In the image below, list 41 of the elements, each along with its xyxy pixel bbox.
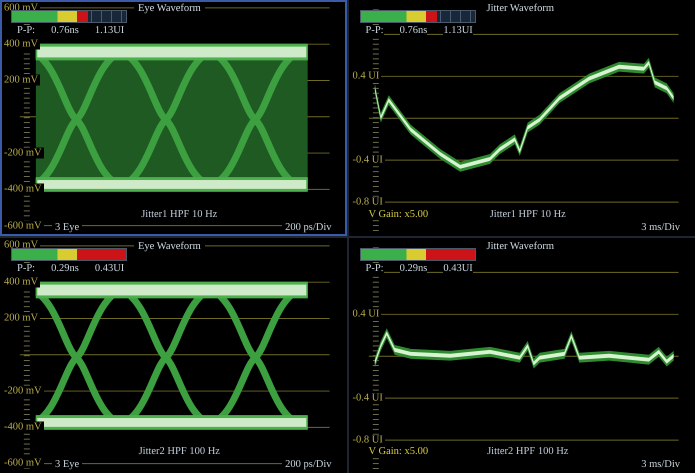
axis-label: -0.8 UI	[352, 196, 385, 208]
readout-text: P-P:	[366, 262, 384, 274]
readout-text: 0.76ns	[400, 25, 428, 36]
scope-panel[interactable]: 0.4 UI -0.4 UI -0.8 UI Jitter Waveform P-P: 0.76ns 1.13UI V Gain: x5.00 Jitter1 HPF 10 Hz 3 ms/Div	[348, 0, 695, 236]
readout-text: 1.13UI	[443, 25, 473, 36]
filter-caption: Jitter2 HPF 100 Hz	[136, 446, 223, 457]
eye-count: 3 Eye	[52, 459, 82, 470]
readout-text: P-P:	[17, 25, 36, 36]
axis-label: -0.4 UI	[352, 392, 385, 404]
axis-label: -600 mV	[4, 220, 44, 232]
axis-label: 200 mV	[4, 74, 40, 86]
readout-text: 0.43UI	[443, 262, 473, 274]
axis-label: 0.4 UI	[352, 70, 382, 82]
readout-text: 0.29ns	[51, 262, 79, 274]
axis-label: -200 mV	[4, 385, 44, 396]
panel-title: Eye Waveform	[134, 3, 205, 14]
axis-label: -400 mV	[4, 184, 44, 195]
scope-panel[interactable]: 0.4 UI -0.4 UI -0.8 UI Jitter Waveform P-P: 0.29ns 0.43UI V Gain: x5.00 Jitter2 HPF 100 Hz 3 ms/Div	[348, 238, 695, 473]
axis-label: 200 mV	[4, 312, 40, 324]
readout-text: P-P:	[17, 262, 36, 274]
readout-text: 0.76ns	[51, 25, 79, 36]
gain-label: V Gain: x5.00	[368, 208, 428, 220]
axis-label: -200 mV	[4, 148, 44, 159]
axis-label: -600 mV	[4, 458, 44, 469]
panel-title: Eye Waveform	[134, 240, 205, 252]
axis-label: 400 mV	[4, 276, 40, 288]
axis-label: -0.4 UI	[352, 154, 385, 166]
readout-text: 0.43UI	[94, 262, 124, 274]
eye-count: 3 Eye	[52, 222, 82, 232]
readout-text: P-P:	[366, 25, 384, 36]
axis-label: -0.8 UI	[352, 434, 385, 446]
time-scale: 200 ps/Div	[282, 459, 334, 470]
gain-label: V Gain: x5.00	[368, 446, 428, 457]
readout-text: 0.29ns	[400, 262, 428, 274]
readout-text: 1.13UI	[94, 25, 124, 36]
time-scale: 200 ps/Div	[282, 222, 334, 232]
scope-panel[interactable]: 600 mV 400 mV 200 mV -200 mV -400 mV -600 mV Eye Waveform P-P: 0.29ns 0.43UI Jitter2 HPF 100 Hz 3 Eye 200 ps/Div	[0, 238, 346, 473]
filter-caption: Jitter2 HPF 100 Hz	[484, 446, 572, 457]
axis-label: 0.4 UI	[352, 308, 382, 320]
axis-label: -400 mV	[4, 421, 44, 432]
axis-label: 400 mV	[4, 38, 40, 50]
